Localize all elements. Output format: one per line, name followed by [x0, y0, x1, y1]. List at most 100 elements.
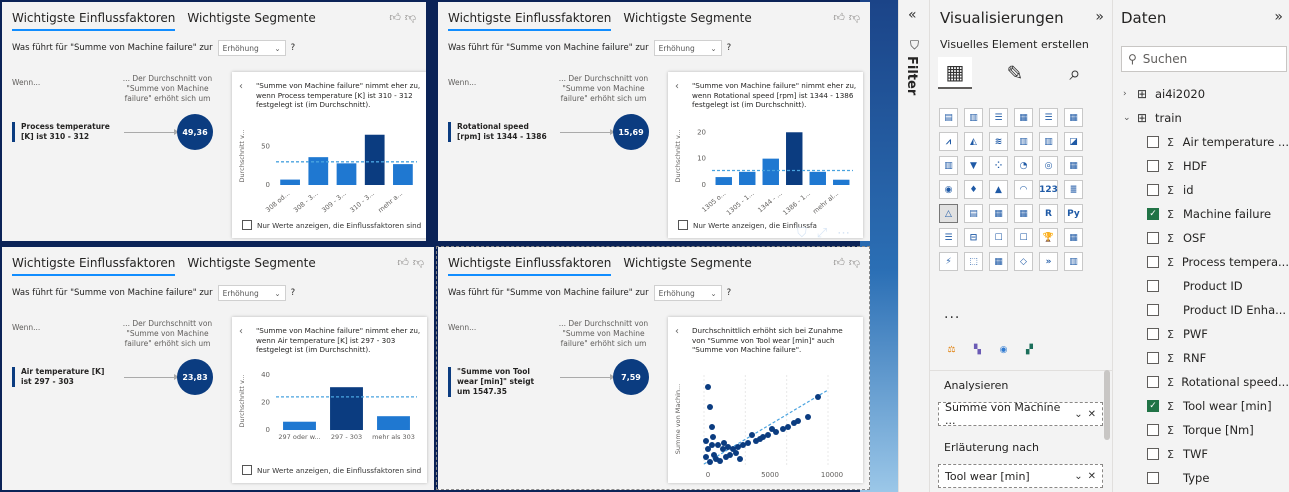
custom-visual-icon[interactable]: ▚ [968, 340, 987, 359]
visual-type-icon[interactable]: ♦ [964, 180, 983, 199]
visual-type-icon[interactable]: ≋ [989, 132, 1008, 151]
tab-top-segments[interactable]: Wichtigste Segmente [187, 11, 315, 31]
more-options-icon[interactable]: ⋯ [837, 226, 850, 241]
field-checkbox[interactable]: ✓ [1147, 400, 1159, 412]
field-checkbox[interactable] [1147, 280, 1159, 292]
tab-top-segments[interactable]: Wichtigste Segmente [623, 11, 751, 31]
visual-type-icon[interactable]: ◭ [964, 132, 983, 151]
tab-top-influencers[interactable]: Wichtigste Einflussfaktoren [448, 256, 612, 276]
visual-type-icon[interactable]: ▤ [964, 204, 983, 223]
influencer-item[interactable]: Rotational speed [rpm] ist 1344 - 1386 [448, 122, 548, 142]
checkbox-box[interactable] [678, 220, 688, 230]
field-item[interactable]: Σ RNF [1123, 346, 1289, 370]
visual-type-icon[interactable]: ▦ [989, 204, 1008, 223]
thumbs-down-icon[interactable]: 👎︎ [405, 11, 416, 24]
visual-type-icon[interactable]: ▦ [989, 252, 1008, 271]
field-checkbox[interactable] [1147, 424, 1159, 436]
chevron-down-icon[interactable]: ⌄ [1123, 113, 1137, 123]
thumbs-up-icon[interactable]: 👍︎ [833, 256, 845, 269]
custom-visual-icon[interactable]: ◉ [994, 340, 1013, 359]
field-checkbox[interactable] [1147, 184, 1159, 196]
visual-type-icon[interactable]: ▲ [989, 180, 1008, 199]
field-item[interactable]: ✓ Σ Tool wear [min] [1123, 394, 1289, 418]
visual-type-icon[interactable]: ◎ [1039, 156, 1058, 175]
thumbs-up-icon[interactable]: 👍︎ [833, 11, 845, 24]
field-item[interactable]: Σ Rotational speed... [1123, 370, 1289, 394]
more-visuals-icon[interactable]: ... [944, 306, 960, 322]
search-input[interactable]: ⚲ Suchen [1121, 46, 1287, 72]
visual-type-icon[interactable]: 🏆 [1039, 228, 1058, 247]
close-icon[interactable]: ✕ [1088, 409, 1096, 420]
visual-type-icon[interactable]: ▦ [1064, 156, 1083, 175]
visual-type-icon[interactable]: R [1039, 204, 1058, 223]
field-checkbox[interactable] [1147, 256, 1159, 268]
field-checkbox[interactable] [1147, 304, 1159, 316]
direction-dropdown[interactable]: Erhöhung ⌄ [653, 285, 722, 301]
visual-type-icon[interactable]: ▤ [939, 108, 958, 127]
field-item[interactable]: ✓ Σ Machine failure [1123, 202, 1289, 226]
field-item[interactable]: Type [1123, 466, 1289, 490]
visual-type-icon[interactable]: ◪ [1064, 132, 1083, 151]
direction-dropdown[interactable]: Erhöhung ⌄ [217, 285, 286, 301]
visual-type-icon[interactable]: ◔ [1014, 156, 1033, 175]
tab-top-segments[interactable]: Wichtigste Segmente [623, 256, 751, 276]
field-item[interactable]: Σ Torque [Nm] [1123, 418, 1289, 442]
thumbs-up-icon[interactable]: 👍︎ [397, 256, 409, 269]
visual-type-icon[interactable]: ▦ [1014, 108, 1033, 127]
field-checkbox[interactable]: ✓ [1147, 208, 1159, 220]
pane-scrollbar[interactable] [1104, 370, 1110, 440]
influencer-item[interactable]: Process temperature [K] ist 310 - 312 [12, 122, 112, 142]
chevron-down-icon[interactable]: ⌄ [1074, 471, 1082, 482]
field-checkbox[interactable] [1147, 160, 1159, 172]
field-checkbox[interactable] [1147, 376, 1159, 388]
visual-type-icon[interactable]: ☰ [939, 228, 958, 247]
field-item[interactable]: Σ Process tempera... [1123, 250, 1289, 274]
field-checkbox[interactable] [1147, 448, 1159, 460]
field-item[interactable]: Σ TWF [1123, 442, 1289, 466]
direction-dropdown[interactable]: Erhöhung ⌄ [217, 40, 286, 56]
visual-type-icon[interactable]: ▥ [964, 108, 983, 127]
visual-type-icon[interactable]: ▥ [939, 156, 958, 175]
explain-by-field-well[interactable]: Tool wear [min] ⌄ ✕ [938, 464, 1103, 488]
visual-type-icon[interactable]: ▥ [1064, 252, 1083, 271]
checkbox-box[interactable] [242, 220, 252, 230]
field-checkbox[interactable] [1147, 328, 1159, 340]
tab-top-influencers[interactable]: Wichtigste Einflussfaktoren [12, 11, 176, 31]
tab-top-influencers[interactable]: Wichtigste Einflussfaktoren [448, 11, 612, 31]
visual-type-icon[interactable]: ▥ [1014, 132, 1033, 151]
expand-filter-chevron-icon[interactable]: « [908, 7, 917, 23]
visual-type-icon[interactable]: ≣ [1064, 180, 1083, 199]
visual-type-icon[interactable]: ☐ [989, 228, 1008, 247]
visual-type-icon[interactable]: ⊟ [964, 228, 983, 247]
visual-type-icon[interactable]: ⚡ [939, 252, 958, 271]
build-visual-icon[interactable]: ▦ [938, 57, 972, 89]
custom-visual-icon[interactable]: ▞ [1020, 340, 1039, 359]
only-influencers-checkbox[interactable]: Nur Werte anzeigen, die Einflussfaktoren… [242, 220, 422, 230]
field-checkbox[interactable] [1147, 136, 1159, 148]
tab-top-influencers[interactable]: Wichtigste Einflussfaktoren [12, 256, 176, 276]
visual-type-icon[interactable]: ☐ [1014, 228, 1033, 247]
visual-type-icon[interactable]: ⬚ [964, 252, 983, 271]
field-checkbox[interactable] [1147, 472, 1159, 484]
influencer-item[interactable]: Air temperature [K] ist 297 - 303 [12, 367, 112, 387]
visual-type-icon[interactable]: ▦ [1014, 204, 1033, 223]
field-item[interactable]: Product ID [1123, 274, 1289, 298]
visual-type-icon[interactable]: ◉ [939, 180, 958, 199]
visual-type-icon[interactable]: △ [939, 204, 958, 223]
table-item[interactable]: ⌄ ⊞ train [1123, 106, 1289, 130]
influencer-item[interactable]: "Summe von Tool wear [min]" steigt um 15… [448, 367, 548, 397]
field-item[interactable]: Product ID Enha... [1123, 298, 1289, 322]
visual-type-icon[interactable]: ☰ [1039, 108, 1058, 127]
table-item[interactable]: › ⊞ ai4i2020 [1123, 82, 1289, 106]
visual-type-icon[interactable]: ⩘ [939, 132, 958, 151]
focus-mode-icon[interactable]: ⤢ [817, 226, 827, 241]
checkbox-box[interactable] [242, 465, 252, 475]
field-item[interactable]: Σid [1123, 178, 1289, 202]
collapse-chevron-icon[interactable]: » [1095, 9, 1104, 25]
visual-type-icon[interactable]: ▦ [1064, 108, 1083, 127]
thumbs-down-icon[interactable]: 👎︎ [849, 256, 860, 269]
visual-type-icon[interactable]: ⁘ [989, 156, 1008, 175]
chevron-down-icon[interactable]: ⌄ [1074, 409, 1082, 420]
field-item[interactable]: Σ PWF [1123, 322, 1289, 346]
collapse-chevron-icon[interactable]: » [1274, 9, 1283, 25]
